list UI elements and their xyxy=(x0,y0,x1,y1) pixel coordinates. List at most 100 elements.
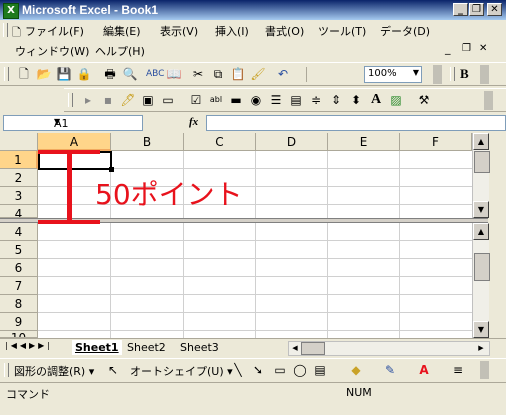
spelling-icon[interactable]: ABC xyxy=(146,66,164,82)
scroll-down-icon[interactable]: ▼ xyxy=(473,201,489,218)
fx-icon[interactable]: fx xyxy=(189,116,198,128)
properties-icon[interactable]: ⚒ xyxy=(416,92,432,108)
column-header-b[interactable]: B xyxy=(111,133,184,151)
fill-color-icon[interactable]: ◆ xyxy=(348,362,364,378)
research-icon[interactable]: 📖 xyxy=(166,66,182,82)
menu-data[interactable]: データ(D) xyxy=(380,23,430,39)
scrollbar-icon[interactable]: ▬ xyxy=(228,92,244,108)
column-header-a[interactable]: A xyxy=(38,133,111,151)
name-box[interactable]: A1 ▼ xyxy=(3,115,143,131)
scroll-right-icon[interactable]: ▶ xyxy=(475,342,487,355)
textbox-icon[interactable]: ▤ xyxy=(312,362,328,378)
arrow-icon[interactable]: ➘ xyxy=(250,362,266,378)
image-icon[interactable]: ▨ xyxy=(388,92,404,108)
menu-insert[interactable]: 挿入(I) xyxy=(215,23,249,39)
forms-toolbar-options[interactable] xyxy=(484,91,493,110)
draw-menu-button[interactable]: 図形の調整(R) ▾ xyxy=(14,363,94,379)
row-header-6[interactable]: 6 xyxy=(0,259,38,277)
rectangle-icon[interactable]: ▭ xyxy=(272,362,288,378)
tab-sheet3[interactable]: Sheet3 xyxy=(177,340,222,355)
scroll-down-icon[interactable]: ▼ xyxy=(473,321,489,338)
column-header-d[interactable]: D xyxy=(256,133,328,151)
drawing-toolbar-grip[interactable] xyxy=(4,363,9,377)
row-header-5[interactable]: 5 xyxy=(0,241,38,259)
column-header-f[interactable]: F xyxy=(400,133,472,151)
open-icon[interactable]: 📂 xyxy=(36,66,52,82)
save-icon[interactable]: 💾 xyxy=(56,66,72,82)
row-header-7[interactable]: 7 xyxy=(0,277,38,295)
column-header-e[interactable]: E xyxy=(328,133,400,151)
line-icon[interactable]: ╲ xyxy=(230,362,246,378)
row-header-10[interactable]: 10 xyxy=(0,331,38,338)
close-button[interactable]: ✕ xyxy=(487,3,502,16)
print-preview-icon[interactable]: 🔍 xyxy=(122,66,138,82)
row-header-8[interactable]: 8 xyxy=(0,295,38,313)
scroll-thumb[interactable] xyxy=(474,253,490,281)
hscroll-thumb[interactable] xyxy=(301,342,325,355)
line-style-icon[interactable]: ≡ xyxy=(450,362,466,378)
row-header-4-bottom[interactable]: 4 xyxy=(0,223,38,241)
horizontal-scrollbar[interactable]: ◀ ▶ xyxy=(288,341,490,356)
menu-grip[interactable] xyxy=(3,23,8,37)
format-painter-icon[interactable]: 🖌 xyxy=(250,66,266,82)
option-button-icon[interactable]: ◉ xyxy=(248,92,264,108)
row-header-1[interactable]: 1 xyxy=(0,151,38,169)
toggle-icon[interactable]: ≑ xyxy=(308,92,324,108)
doc-minimize-button[interactable]: _ xyxy=(445,42,451,55)
autoshapes-button[interactable]: オートシェイプ(U) ▾ xyxy=(130,363,233,379)
permission-icon[interactable]: 🔒 xyxy=(76,66,92,82)
cut-icon[interactable]: ✂ xyxy=(190,66,206,82)
select-all-corner[interactable] xyxy=(0,133,38,151)
line-color-icon[interactable]: ✎ xyxy=(382,362,398,378)
drawing-toolbar-options[interactable] xyxy=(480,361,489,379)
menu-help[interactable]: ヘルプ(H) xyxy=(95,43,145,59)
bold-button[interactable]: B xyxy=(460,66,469,82)
combobox-icon[interactable]: ▤ xyxy=(288,92,304,108)
text-icon[interactable]: A xyxy=(368,92,384,108)
row-header-3[interactable]: 3 xyxy=(0,187,38,205)
design-mode-icon[interactable]: ▪ xyxy=(100,92,116,108)
new-icon[interactable]: 🗋 xyxy=(16,66,32,82)
undo-icon[interactable]: ↶ xyxy=(275,66,291,82)
row-header-9[interactable]: 9 xyxy=(0,313,38,331)
print-icon[interactable]: 🖶 xyxy=(102,66,118,82)
minimize-button[interactable]: _ xyxy=(453,3,468,16)
menu-format[interactable]: 書式(O) xyxy=(265,23,304,39)
spinner-icon[interactable]: ⇕ xyxy=(328,92,344,108)
menu-edit[interactable]: 編集(E) xyxy=(103,23,141,39)
fill-handle[interactable] xyxy=(109,167,114,172)
zoom-dropdown[interactable]: 100% ▼ xyxy=(364,66,422,83)
editbox-icon[interactable]: abl xyxy=(208,92,224,108)
toolbar-grip[interactable] xyxy=(4,67,9,81)
menu-tools[interactable]: ツール(T) xyxy=(318,23,366,39)
copy-icon[interactable]: ⧉ xyxy=(210,66,226,82)
format-toolbar-grip[interactable] xyxy=(450,67,455,81)
row-header-2[interactable]: 2 xyxy=(0,169,38,187)
checkbox-icon[interactable]: ☑ xyxy=(188,92,204,108)
tab-scroll-icons[interactable]: |◀◀▶▶| xyxy=(5,341,53,350)
vertical-scrollbar-top[interactable]: ▲ ▼ xyxy=(472,133,490,218)
forms-toolbar-grip[interactable] xyxy=(68,93,73,107)
scroll-icon[interactable]: ⬍ xyxy=(348,92,364,108)
listbox-icon[interactable]: ☰ xyxy=(268,92,284,108)
menu-window[interactable]: ウィンドウ(W) xyxy=(15,43,89,59)
oval-icon[interactable]: ◯ xyxy=(292,362,308,378)
tab-sheet1[interactable]: Sheet1 xyxy=(72,340,122,355)
select-objects-icon[interactable]: ▸ xyxy=(80,92,96,108)
button-icon[interactable]: ▭ xyxy=(160,92,176,108)
label-icon[interactable]: 🖊 xyxy=(120,92,136,108)
column-header-c[interactable]: C xyxy=(184,133,256,151)
restore-button[interactable]: ❐ xyxy=(469,3,484,16)
scroll-thumb[interactable] xyxy=(474,151,490,173)
menu-file[interactable]: ファイル(F) xyxy=(25,23,84,39)
toolbar-options-grip[interactable] xyxy=(433,65,442,84)
format-toolbar-options[interactable] xyxy=(480,65,489,84)
font-color-icon[interactable]: A xyxy=(416,362,432,378)
select-pointer-icon[interactable]: ↖ xyxy=(105,362,121,378)
scroll-up-icon[interactable]: ▲ xyxy=(473,133,489,150)
menu-view[interactable]: 表示(V) xyxy=(160,23,198,39)
doc-restore-button[interactable]: ❐ xyxy=(462,43,471,54)
excel-app-icon[interactable]: X xyxy=(3,3,19,19)
doc-close-button[interactable]: ✕ xyxy=(479,43,487,54)
vertical-scrollbar-bottom[interactable]: ▲ ▼ xyxy=(472,223,490,338)
